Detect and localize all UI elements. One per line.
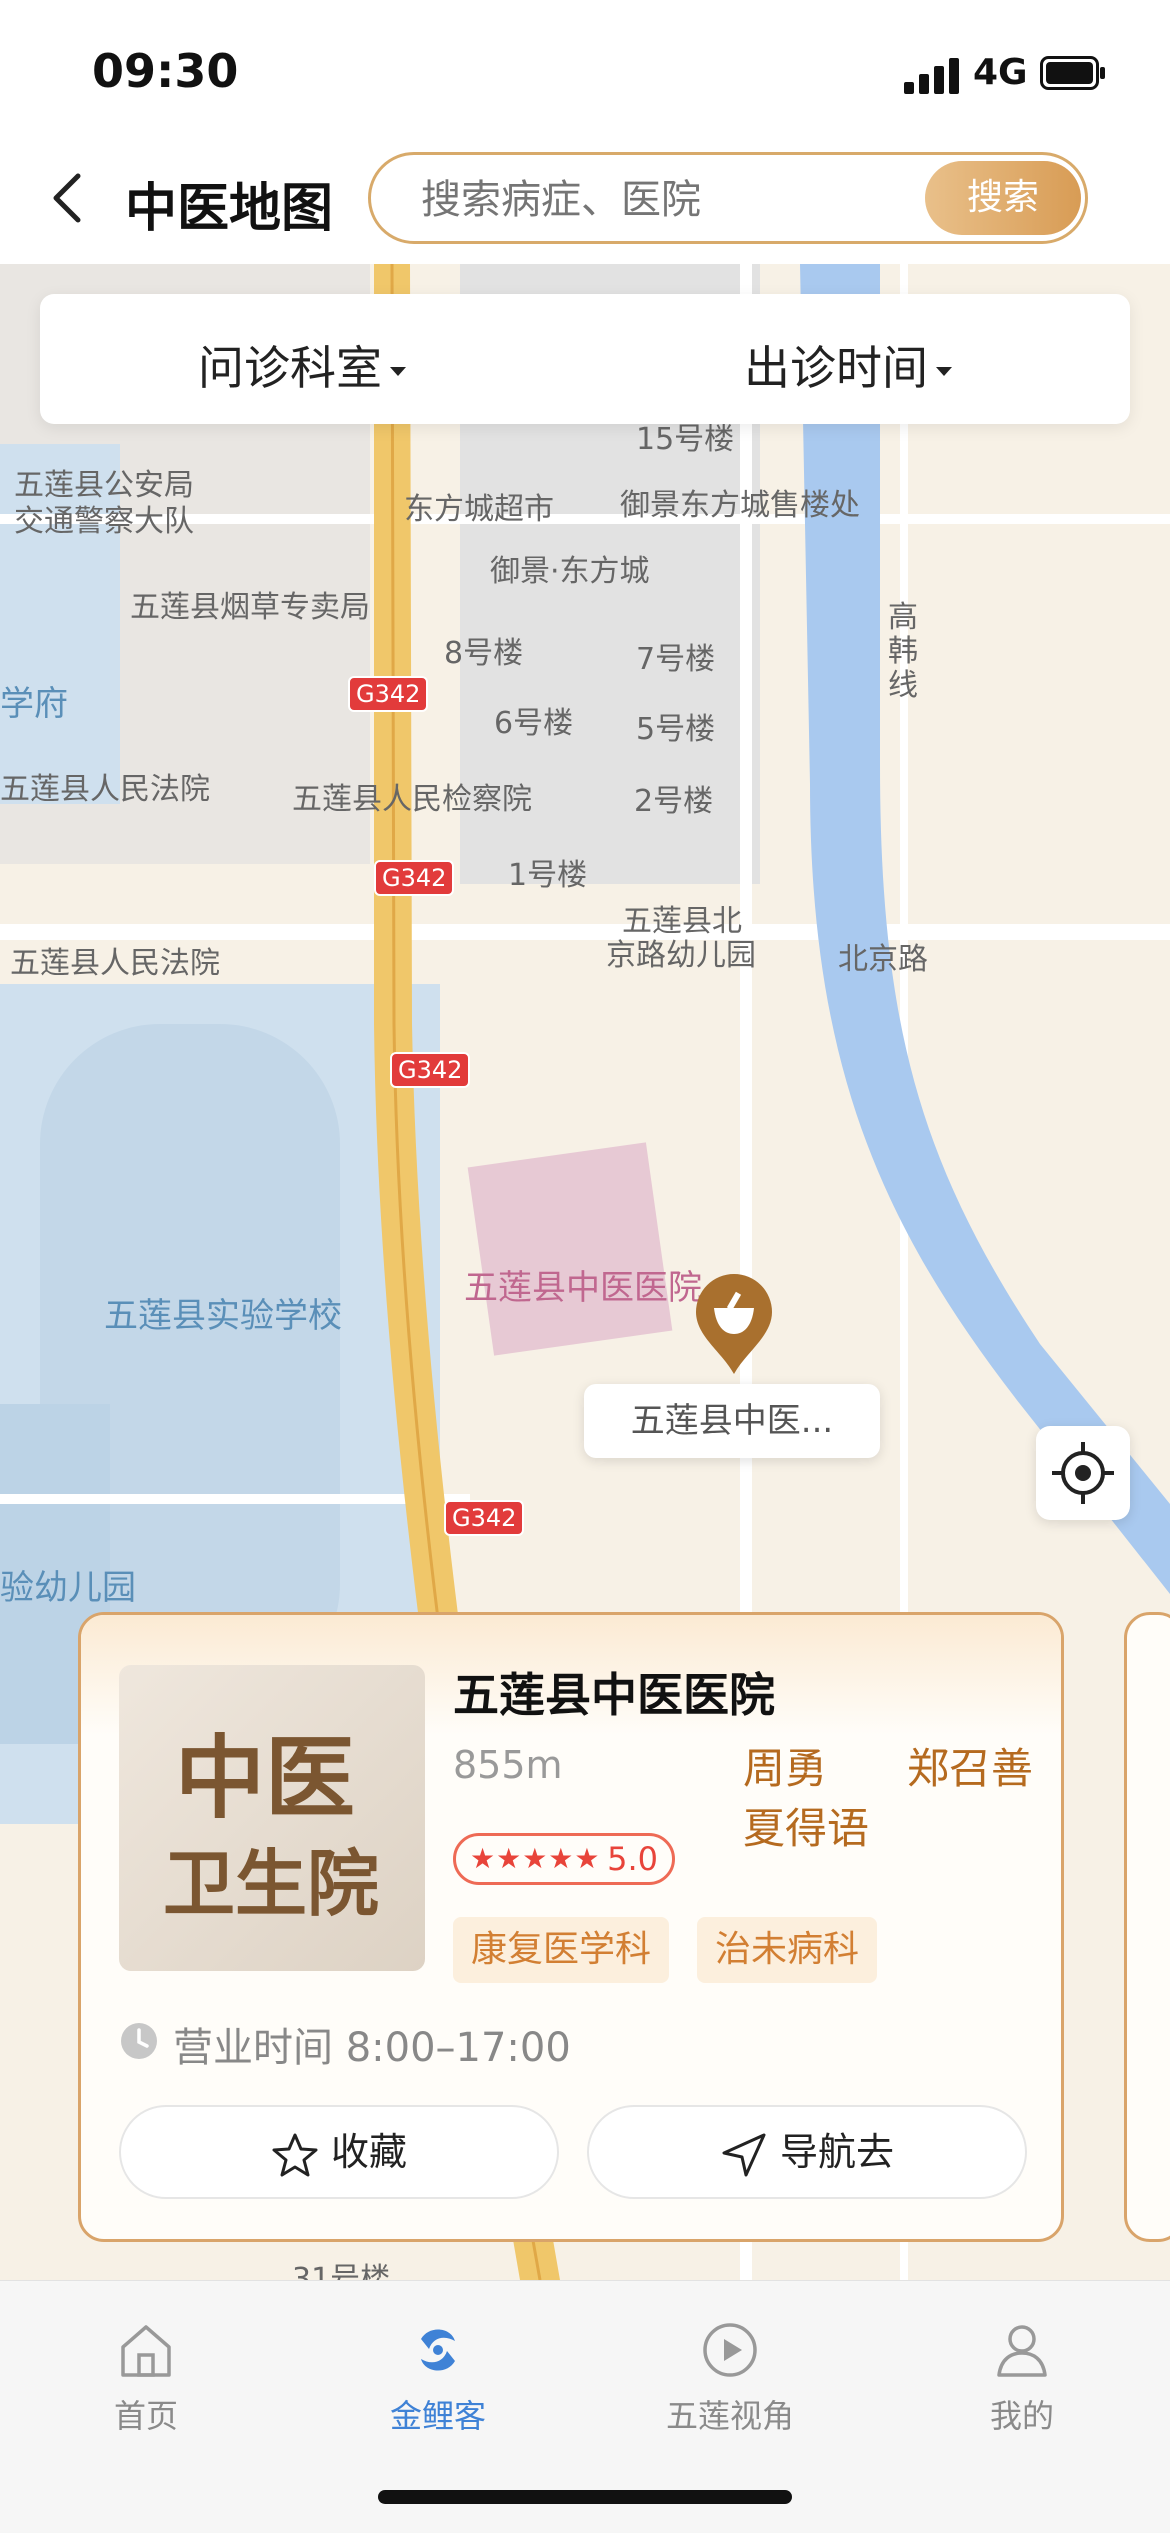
map-label: 五莲县人民检察院 — [292, 782, 532, 817]
clock-icon — [121, 2023, 157, 2059]
network-label: 4G — [973, 52, 1028, 93]
chevron-down-icon — [936, 367, 952, 376]
road-shield: G342 — [374, 860, 455, 896]
locate-icon[interactable] — [1036, 1426, 1130, 1520]
tab-mine[interactable]: 我的 — [932, 2319, 1112, 2437]
tab-perspective[interactable]: 五莲视角 — [640, 2319, 820, 2437]
doctor-name: 周勇 — [743, 1744, 828, 1793]
battery-icon — [1040, 56, 1105, 90]
map-label: 验幼儿园 — [0, 1568, 136, 1608]
map-label: 北京路 — [838, 942, 928, 977]
next-card-peek[interactable] — [1124, 1612, 1170, 2242]
department-tag: 治未病科 — [697, 1917, 878, 1983]
chevron-down-icon — [390, 367, 406, 376]
tab-label: 首页 — [113, 2397, 178, 2435]
filter-time[interactable]: 出诊时间 — [744, 332, 952, 398]
road-shield: G342 — [444, 1500, 525, 1536]
koi-icon — [421, 2329, 455, 2371]
filter-time-label: 出诊时间 — [744, 341, 928, 395]
search-button[interactable]: 搜索 — [925, 161, 1081, 235]
department-tag: 康复医学科 — [453, 1917, 670, 1983]
map-label: 5号楼 — [636, 712, 716, 747]
home-indicator — [378, 2490, 792, 2504]
map-label: 学府 — [0, 684, 68, 724]
search-bar: 搜索 — [368, 152, 1088, 244]
business-hours: 营业时间 8:00–17:00 — [173, 2025, 571, 2071]
map-label: 线 — [888, 668, 918, 703]
distance: 855m — [453, 1743, 563, 1787]
page-title: 中医地图 — [125, 179, 334, 239]
tab-home[interactable]: 首页 — [56, 2319, 236, 2437]
map-label: 五莲县中医医院 — [464, 1268, 702, 1308]
map-label: 交通警察大队 — [14, 504, 194, 539]
search-input[interactable] — [419, 169, 863, 231]
map-label: 五莲县实验学校 — [104, 1296, 342, 1336]
hospital-image: 中医 卫生院 — [119, 1665, 425, 1971]
tab-label: 金鲤客 — [389, 2397, 486, 2435]
rating-score: 5.0 — [607, 1840, 658, 1878]
map-label: 御景·东方城 — [490, 554, 650, 589]
doctor-name: 郑召善 — [907, 1744, 1034, 1793]
map-label: 五莲县人民法院 — [0, 772, 210, 807]
home-icon — [121, 2325, 171, 2377]
tab-label: 五莲视角 — [665, 2397, 794, 2435]
map-label: 8号楼 — [444, 636, 524, 671]
signal-icon — [904, 58, 959, 94]
status-time: 09:30 — [92, 44, 239, 98]
tab-koi[interactable]: 金鲤客 — [348, 2319, 528, 2437]
map-label: 京路幼儿园 — [606, 938, 756, 973]
map-label: 2号楼 — [634, 784, 714, 819]
star-icons: ★★★★★ — [470, 1842, 601, 1875]
filter-department[interactable]: 问诊科室 — [198, 332, 406, 398]
back-icon[interactable] — [48, 168, 88, 228]
map-label: 五莲县人民法院 — [10, 946, 220, 981]
navigation-icon — [722, 2133, 766, 2176]
hospital-name: 五莲县中医医院 — [453, 1668, 775, 1722]
favorite-label: 收藏 — [330, 2130, 407, 2174]
map-label: 御景东方城售楼处 — [620, 488, 860, 523]
map-label: 五莲县烟草专卖局 — [130, 590, 370, 625]
road-shield: G342 — [390, 1052, 471, 1088]
map-label: 6号楼 — [494, 706, 574, 741]
star-outline-icon — [272, 2133, 318, 2176]
hospital-card[interactable]: 中医 卫生院 五莲县中医医院 855m 周勇 郑召善 夏得语 ★★★★★ 5.0… — [78, 1612, 1064, 2242]
map-label: 东方城超市 — [404, 492, 554, 527]
filter-bar: 问诊科室 出诊时间 — [40, 294, 1130, 424]
user-icon — [997, 2325, 1047, 2377]
road-shield: G342 — [348, 676, 429, 712]
map-label: 1号楼 — [508, 858, 588, 893]
play-icon — [703, 2323, 757, 2377]
filter-department-label: 问诊科室 — [198, 341, 382, 395]
map-label: 7号楼 — [636, 642, 716, 677]
favorite-button[interactable]: 收藏 — [119, 2105, 559, 2199]
map-label: 31号楼 — [292, 2262, 391, 2280]
tab-label: 我的 — [989, 2397, 1054, 2435]
marker-callout[interactable]: 五莲县中医... — [584, 1384, 880, 1458]
image-text: 卫生院 — [163, 1841, 380, 1926]
rating-badge: ★★★★★ 5.0 — [453, 1833, 675, 1885]
navigate-label: 导航去 — [779, 2130, 894, 2174]
navigate-button[interactable]: 导航去 — [587, 2105, 1027, 2199]
doctor-name: 夏得语 — [743, 1804, 870, 1853]
image-text: 中医 — [175, 1725, 355, 1831]
hospital-marker-icon[interactable] — [692, 1272, 776, 1376]
